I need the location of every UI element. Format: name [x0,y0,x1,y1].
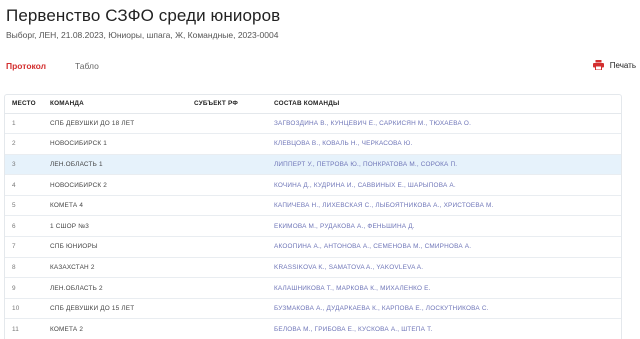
table-row[interactable]: 5 КОМЕТА 4 КАПИЧЕВА Н., ЛИХЕВСКАЯ С., ЛЫБО… [5,195,621,217]
place-cell: 5 [5,195,43,217]
table-row[interactable]: 10 СПБ ДЕВУШКИ ДО 15 ЛЕТ БУЗМАКОВА А., ДУД… [5,298,621,320]
region-cell [187,154,267,176]
members-cell[interactable]: КАПИЧЕВА Н., ЛИХЕВСКАЯ С., ЛЫБОЯТНИКОВА … [267,195,621,217]
table-row[interactable]: 11 КОМЕТА 2 БЕЛОВА М., ГРИБОВА Е., КУСКОВА… [5,318,621,339]
table-header-row: МЕСТО КОМАНДА СУБЪЕКТ РФ СОСТАВ КОМАНДЫ [5,95,621,114]
tab-scoreboard[interactable]: Табло [75,61,99,71]
team-cell: НОВОСИБИРСК 2 [43,174,187,196]
table-row[interactable]: 61 СШОР №3 ЕКИМОВА М., РУДАКОВА А., ФЕНЬШ… [5,215,621,238]
table-row[interactable]: 7 СПБ ЮНИОРЫ АКООПИНА А., АНТОНОВА А., СЕМ… [5,236,621,258]
place-cell: 6 [5,215,43,238]
printer-icon [592,60,604,70]
members-cell[interactable]: АКООПИНА А., АНТОНОВА А., СЕМЕНОВА М., С… [267,236,621,258]
team-cell: КОМЕТА 4 [43,195,187,217]
team-cell: СПБ ДЕВУШКИ ДО 15 ЛЕТ [43,298,187,320]
region-cell [187,236,267,258]
column-header-region[interactable]: СУБЪЕКТ РФ [187,95,267,114]
place-cell: 10 [5,298,43,320]
results-table: МЕСТО КОМАНДА СУБЪЕКТ РФ СОСТАВ КОМАНДЫ … [4,94,622,339]
members-cell[interactable]: KRASSIKOVA K., SAMATOVA A., YAKOVLEVA A. [267,257,621,279]
place-cell: 7 [5,236,43,258]
members-cell[interactable]: ЗАГВОЗДИНА В., КУНЦЕВИЧ Е., САРКИСЯН М.,… [267,113,621,135]
region-cell [187,318,267,339]
tab-protocol[interactable]: Протокол [6,61,46,71]
members-cell[interactable]: БУЗМАКОВА А., ДУДАРКАЕВА К., КАРПОВА Е.,… [267,298,621,320]
column-header-place[interactable]: МЕСТО [5,95,43,114]
table-row[interactable]: 4 НОВОСИБИРСК 2 КОЧИНА Д., КУДРИНА И., САВ… [5,174,621,196]
members-cell[interactable]: БЕЛОВА М., ГРИБОВА Е., КУСКОВА А., ШТЕПА… [267,318,621,339]
table-row[interactable]: 2 НОВОСИБИРСК 1 КЛЕВЦОВА В., КОВАЛЬ Н., ЧЕ… [5,133,621,155]
members-cell[interactable]: ЕКИМОВА М., РУДАКОВА А., ФЕНЬШИНА Д. [267,215,621,238]
region-cell [187,277,267,299]
team-cell: КАЗАХСТАН 2 [43,257,187,279]
team-cell: КОМЕТА 2 [43,318,187,339]
members-cell[interactable]: КАЛАШНИКОВА Т., МАРКОВА К., МИХАЛЕНКО Е. [267,277,621,299]
table-row[interactable]: 3 ЛЕН.ОБЛАСТЬ 1 ЛИППЕРТ У., ПЕТРОВА Ю., ПО… [5,154,621,176]
place-cell: 1 [5,113,43,135]
members-cell[interactable]: КЛЕВЦОВА В., КОВАЛЬ Н., ЧЕРКАСОВА Ю. [267,133,621,155]
region-cell [187,298,267,320]
team-cell: ЛЕН.ОБЛАСТЬ 1 [43,154,187,176]
place-cell: 3 [5,154,43,176]
region-cell [187,133,267,155]
print-label: Печать [609,60,636,70]
team-cell: НОВОСИБИРСК 1 [43,133,187,155]
members-cell[interactable]: ЛИППЕРТ У., ПЕТРОВА Ю., ПОНКРАТОВА М., С… [267,154,621,176]
table-row[interactable]: 9 ЛЕН.ОБЛАСТЬ 2 КАЛАШНИКОВА Т., МАРКОВА К.… [5,277,621,299]
place-cell: 9 [5,277,43,299]
region-cell [187,174,267,196]
region-cell [187,257,267,279]
column-header-members[interactable]: СОСТАВ КОМАНДЫ [267,95,621,114]
place-cell: 4 [5,174,43,196]
team-cell: СПБ ДЕВУШКИ ДО 18 ЛЕТ [43,113,187,135]
region-cell [187,195,267,217]
tab-bar: Протокол Табло Печать [6,60,636,73]
place-cell: 2 [5,133,43,155]
region-cell [187,215,267,238]
event-details: Выборг, ЛЕН, 21.08.2023, Юниоры, шпага, … [6,30,279,40]
page-title: Первенство СЗФО среди юниоров [6,6,281,25]
place-cell: 11 [5,318,43,339]
column-header-team[interactable]: КОМАНДА [43,95,187,114]
print-button[interactable]: Печать [592,60,636,70]
table-row[interactable]: 1 СПБ ДЕВУШКИ ДО 18 ЛЕТ ЗАГВОЗДИНА В., КУН… [5,113,621,135]
place-cell: 8 [5,257,43,279]
team-cell: 1 СШОР №3 [43,215,187,238]
members-cell[interactable]: КОЧИНА Д., КУДРИНА И., САВВИНЫХ Е., ШАРЫ… [267,174,621,196]
table-row[interactable]: 8 КАЗАХСТАН 2 KRASSIKOVA K., SAMATOVA A., … [5,257,621,279]
team-cell: ЛЕН.ОБЛАСТЬ 2 [43,277,187,299]
region-cell [187,113,267,135]
team-cell: СПБ ЮНИОРЫ [43,236,187,258]
